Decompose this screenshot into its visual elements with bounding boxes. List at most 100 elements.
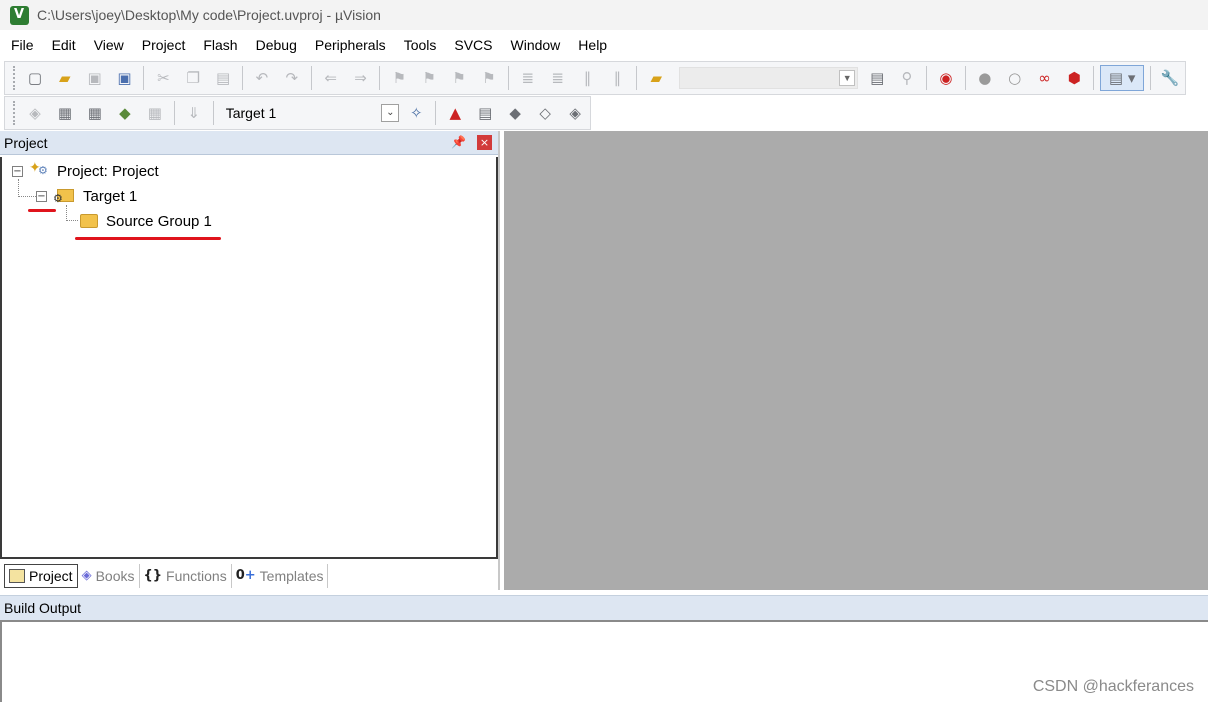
target-folder-icon: ⚙ xyxy=(53,188,75,205)
build-output-pane[interactable]: CSDN @hackferances xyxy=(0,620,1208,702)
project-panel: Project 📌 × − Project: Project − ⚙ Targe… xyxy=(0,131,500,590)
cut-icon[interactable]: ✂ xyxy=(150,65,176,91)
uncomment-icon[interactable]: ∥ xyxy=(604,65,630,91)
project-panel-title: Project xyxy=(4,134,48,151)
menu-svcs[interactable]: SVCS xyxy=(445,37,501,53)
build-icon[interactable]: ▦ xyxy=(52,100,78,126)
toolbar-grip[interactable] xyxy=(13,101,16,125)
select-packs-icon[interactable]: ◇ xyxy=(532,100,558,126)
menu-window[interactable]: Window xyxy=(502,37,570,53)
manage-project-items-icon[interactable]: ▲ xyxy=(442,100,468,126)
save-icon[interactable]: ▣ xyxy=(82,65,108,91)
menu-edit[interactable]: Edit xyxy=(43,37,85,53)
debug-session-icon[interactable]: ◉ xyxy=(933,65,959,91)
menu-file[interactable]: File xyxy=(2,37,43,53)
tree-item-project[interactable]: − Project: Project xyxy=(12,160,159,182)
find-in-files-icon[interactable]: ▰ xyxy=(643,65,669,91)
manage-rte-icon[interactable]: ◈ xyxy=(562,100,588,126)
menu-project[interactable]: Project xyxy=(133,37,195,53)
navigate-forward-icon[interactable]: ⇒ xyxy=(348,65,374,91)
tab-project[interactable]: Project xyxy=(4,563,78,588)
toolbar-separator xyxy=(507,66,509,90)
chevron-down-icon[interactable]: ▼ xyxy=(839,70,856,86)
collapse-icon[interactable]: − xyxy=(36,190,47,202)
tree-item-label: Source Group 1 xyxy=(106,212,212,230)
tree-item-target[interactable]: − ⚙ Target 1 xyxy=(36,185,137,207)
translate-icon[interactable]: ◈ xyxy=(22,100,48,126)
build-output-title: Build Output xyxy=(4,600,82,616)
insert-breakpoint-icon[interactable]: ● xyxy=(972,65,998,91)
toolbar-separator xyxy=(379,66,381,90)
indent-icon[interactable]: ≣ xyxy=(515,65,541,91)
toolbar-separator xyxy=(1150,66,1152,90)
annotation-underline xyxy=(28,209,56,212)
window-layout-icon[interactable]: ▤ ▾ xyxy=(1100,65,1145,91)
project-panel-header: Project 📌 × xyxy=(0,131,498,155)
toolbar-separator xyxy=(1093,66,1095,90)
paste-icon[interactable]: ▤ xyxy=(210,65,236,91)
clear-bookmarks-icon[interactable]: ⚑ xyxy=(476,65,502,91)
toolbar-separator xyxy=(173,101,175,125)
uvision-app-icon xyxy=(10,5,29,25)
kill-breakpoints-icon[interactable]: ⬢ xyxy=(1061,65,1087,91)
copy-icon[interactable]: ❐ xyxy=(180,65,206,91)
tab-books[interactable]: ◈ Books xyxy=(78,563,140,588)
toolbar-separator xyxy=(212,101,214,125)
target-select-value: Target 1 xyxy=(225,105,277,121)
download-load-icon[interactable]: ⇓ xyxy=(181,100,207,126)
editor-area[interactable] xyxy=(504,131,1208,590)
open-file-icon[interactable]: ▰ xyxy=(52,65,78,91)
incremental-find-icon[interactable]: ⚲ xyxy=(894,65,920,91)
find-icon[interactable]: ▤ xyxy=(864,65,890,91)
navigate-back-icon[interactable]: ⇐ xyxy=(318,65,344,91)
enable-breakpoint-icon[interactable]: ○ xyxy=(1002,65,1028,91)
toolbar-separator xyxy=(242,66,244,90)
target-options-wand-icon[interactable]: ✧ xyxy=(403,100,429,126)
tree-connector xyxy=(18,196,36,197)
tab-functions[interactable]: {} Functions xyxy=(140,563,232,588)
toolbar-separator xyxy=(310,66,312,90)
pack-installer-icon[interactable]: ◆ xyxy=(502,100,528,126)
menu-peripherals[interactable]: Peripherals xyxy=(306,37,395,53)
menu-debug[interactable]: Debug xyxy=(247,37,306,53)
menu-flash[interactable]: Flash xyxy=(194,37,246,53)
rebuild-icon[interactable]: ▦ xyxy=(82,100,108,126)
tab-label: Templates xyxy=(259,567,324,584)
functions-icon: {} xyxy=(143,568,163,583)
tree-connector xyxy=(66,205,67,221)
folder-icon xyxy=(80,214,98,228)
collapse-icon[interactable]: − xyxy=(12,165,23,177)
next-bookmark-icon[interactable]: ⚑ xyxy=(446,65,472,91)
menu-help[interactable]: Help xyxy=(569,37,616,53)
undo-icon[interactable]: ↶ xyxy=(249,65,275,91)
stop-build-icon[interactable]: ▦ xyxy=(142,100,168,126)
batch-build-icon[interactable]: ◆ xyxy=(112,100,138,126)
save-all-icon[interactable]: ▣ xyxy=(112,65,138,91)
tree-item-label: Target 1 xyxy=(83,187,138,205)
tab-templates[interactable]: 0+ Templates xyxy=(232,563,329,588)
menu-tools[interactable]: Tools xyxy=(395,37,446,53)
tree-item-source-group[interactable]: Source Group 1 xyxy=(80,210,212,232)
new-file-icon[interactable]: ▢ xyxy=(22,65,48,91)
build-toolbar: ◈ ▦ ▦ ◆ ▦ ⇓ Target 1 ⌄ ✧ ▲ ▤ ◆ ◇ ◈ xyxy=(4,96,591,130)
redo-icon[interactable]: ↷ xyxy=(279,65,305,91)
target-select[interactable]: Target 1 ⌄ xyxy=(222,101,402,125)
disable-breakpoints-icon[interactable]: ∞ xyxy=(1032,65,1058,91)
chevron-down-icon[interactable]: ⌄ xyxy=(381,104,400,122)
toolbar-separator xyxy=(435,101,437,125)
tree-item-label: Project: Project xyxy=(57,162,159,180)
unindent-icon[interactable]: ≣ xyxy=(545,65,571,91)
menu-view[interactable]: View xyxy=(85,37,133,53)
tab-label: Project xyxy=(29,567,73,584)
configure-wrench-icon[interactable]: 🔧 xyxy=(1157,65,1183,91)
pin-icon[interactable]: 📌 xyxy=(451,135,466,149)
previous-bookmark-icon[interactable]: ⚑ xyxy=(416,65,442,91)
window-title: C:\Users\joey\Desktop\My code\Project.uv… xyxy=(37,7,381,23)
close-icon[interactable]: × xyxy=(477,135,492,150)
multi-project-icon[interactable]: ▤ xyxy=(472,100,498,126)
comment-icon[interactable]: ∥ xyxy=(575,65,601,91)
find-combo[interactable]: ▼ xyxy=(679,67,859,89)
toolbar-grip[interactable] xyxy=(13,66,16,90)
insert-bookmark-icon[interactable]: ⚑ xyxy=(386,65,412,91)
project-panel-tabs: Project ◈ Books {} Functions 0+ Template… xyxy=(0,561,498,590)
